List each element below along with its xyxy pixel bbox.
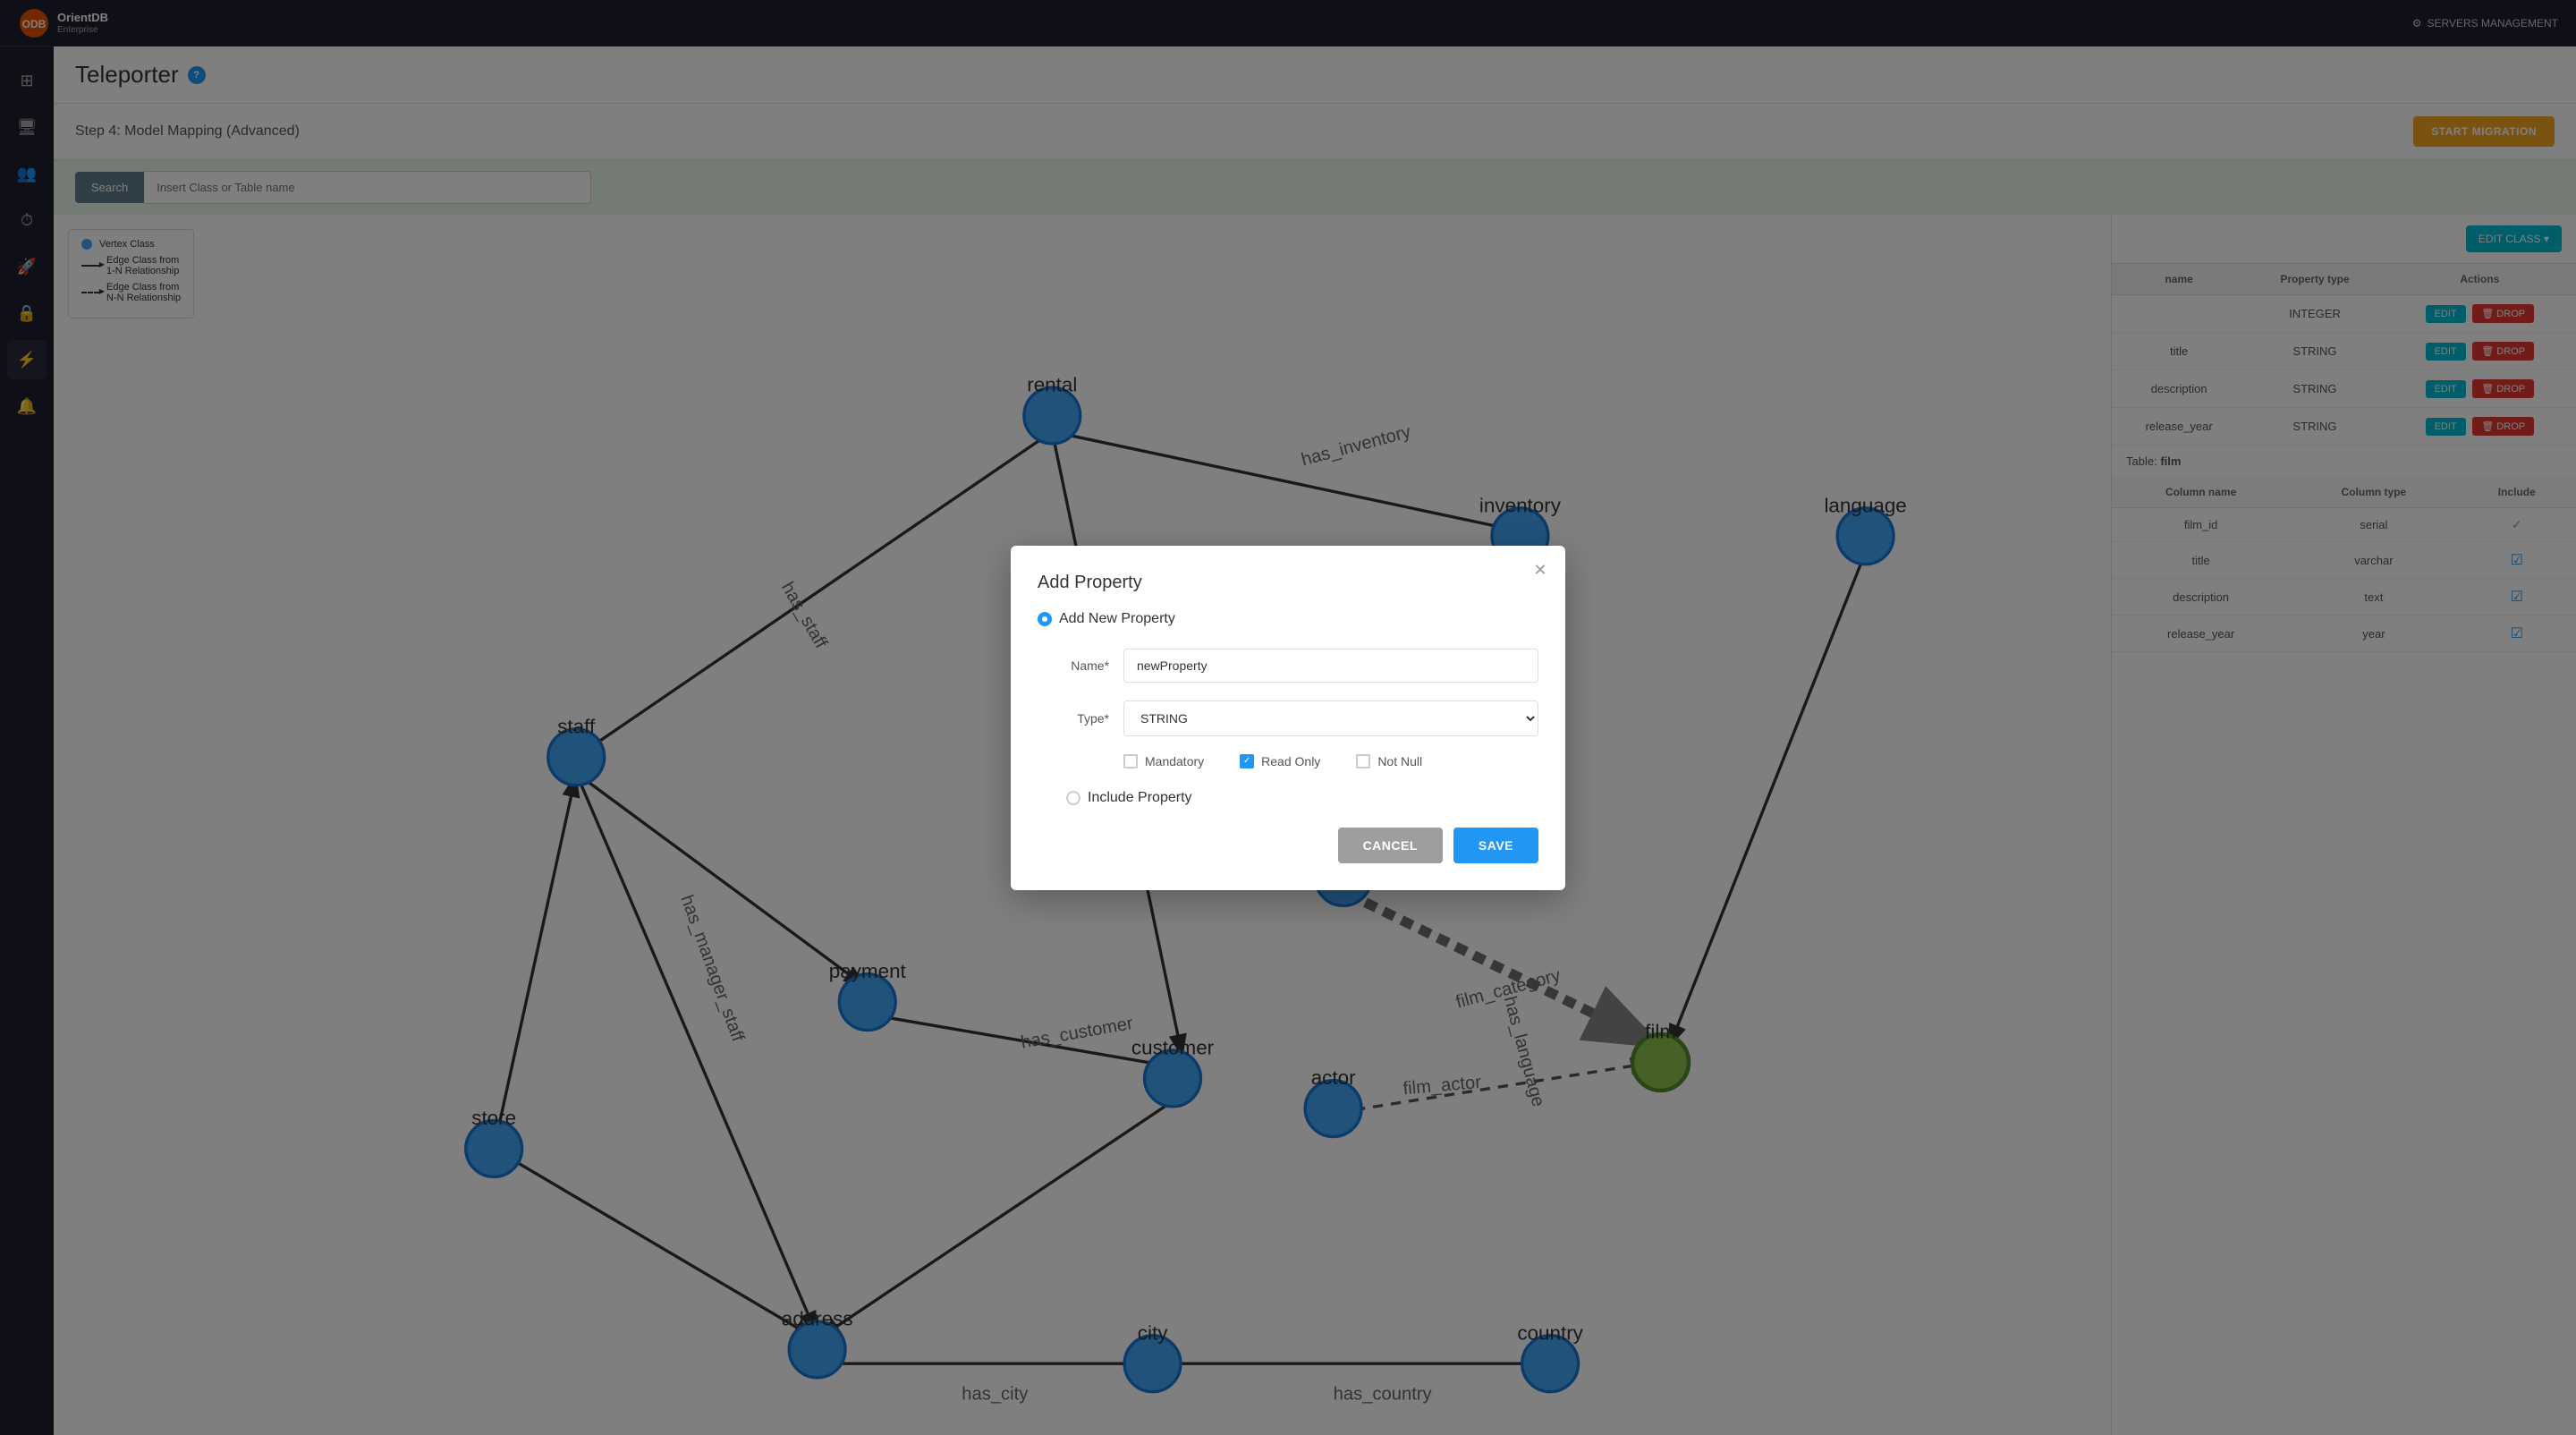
include-property-row: Include Property [1066,790,1538,806]
type-field-row: Type* STRING INTEGER FLOAT BOOLEAN DATE … [1038,701,1538,736]
not-null-checkbox[interactable] [1356,754,1370,768]
not-null-label: Not Null [1377,754,1422,768]
modal-title: Add Property [1038,573,1538,593]
not-null-group: Not Null [1356,754,1422,768]
name-label: Name* [1038,658,1109,673]
read-only-group: ✓ Read Only [1240,754,1320,768]
mandatory-label: Mandatory [1145,754,1204,768]
mandatory-checkbox[interactable] [1123,754,1138,768]
type-label: Type* [1038,711,1109,726]
add-new-property-radio-row: Add New Property [1038,611,1538,627]
modal-footer: CANCEL SAVE [1038,828,1538,863]
read-only-checkbox[interactable]: ✓ [1240,754,1254,768]
modal-overlay: ✕ Add Property Add New Property Name* Ty… [0,0,2576,1435]
read-only-label: Read Only [1261,754,1320,768]
add-property-modal: ✕ Add Property Add New Property Name* Ty… [1011,546,1565,890]
modal-close-button[interactable]: ✕ [1530,560,1551,582]
name-field-row: Name* [1038,649,1538,683]
add-new-property-label: Add New Property [1059,611,1175,627]
cancel-button[interactable]: CANCEL [1338,828,1443,863]
include-property-label: Include Property [1088,790,1192,806]
type-select[interactable]: STRING INTEGER FLOAT BOOLEAN DATE DATETI… [1123,701,1538,736]
checkboxes-row: Mandatory ✓ Read Only Not Null [1123,754,1538,768]
include-property-radio[interactable] [1066,791,1080,805]
add-new-property-radio[interactable] [1038,612,1052,626]
mandatory-group: Mandatory [1123,754,1204,768]
save-button[interactable]: SAVE [1453,828,1538,863]
name-input[interactable] [1123,649,1538,683]
